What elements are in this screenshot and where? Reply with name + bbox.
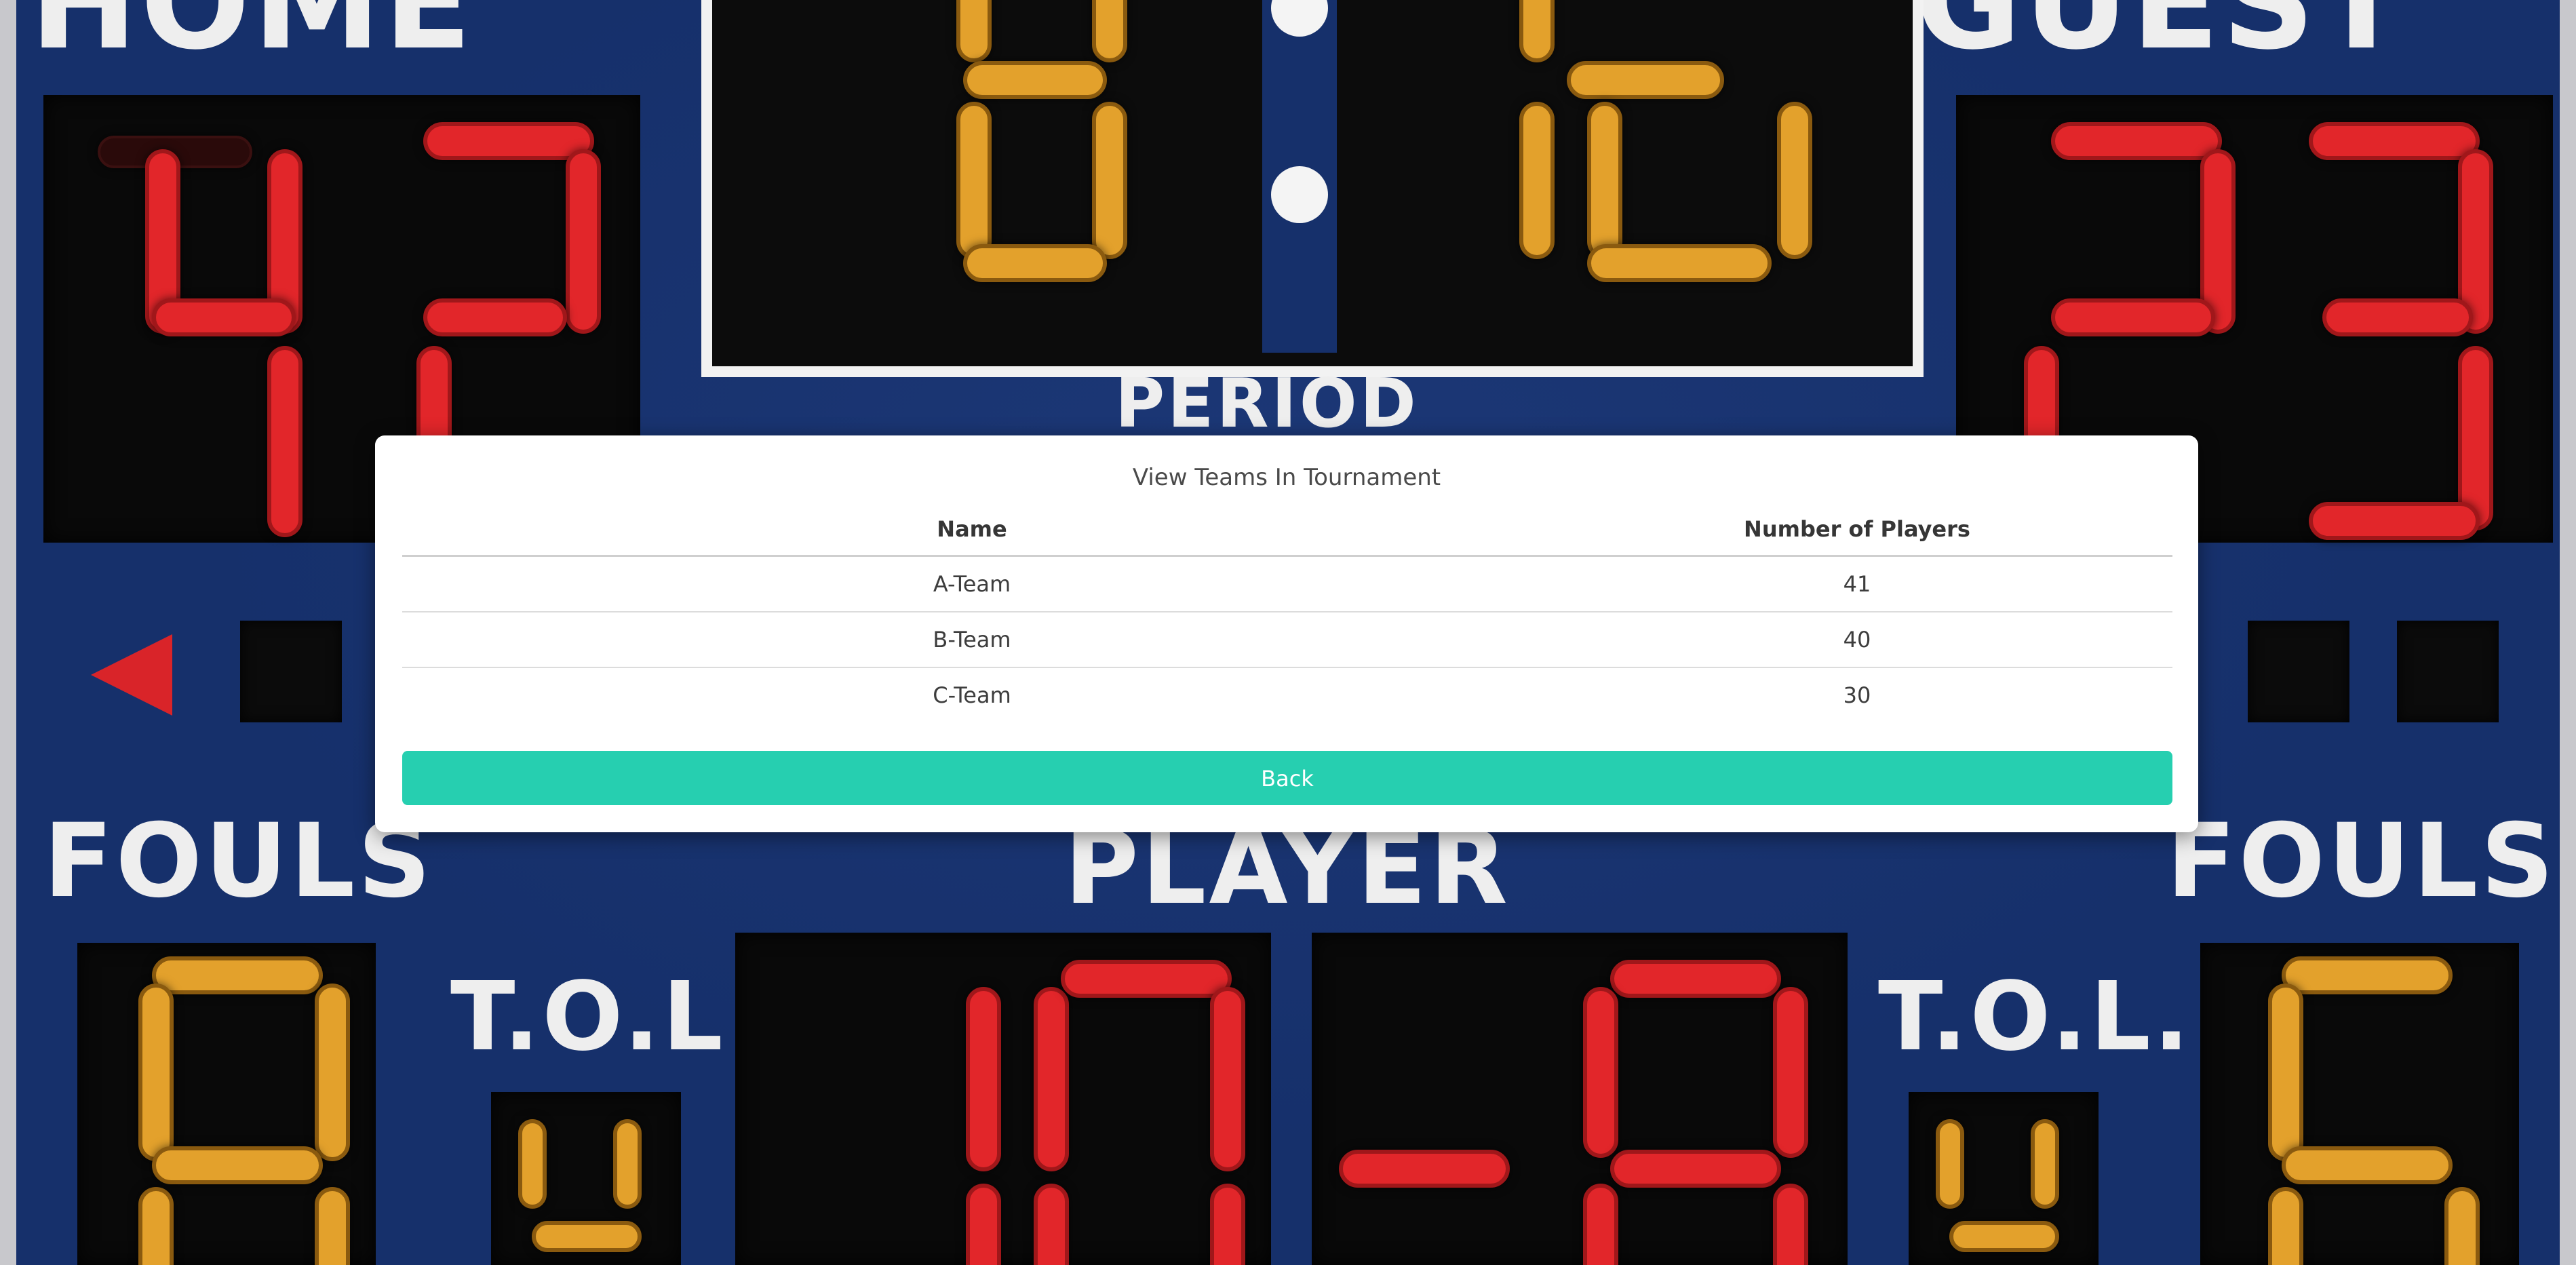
clock-colon-dot: [1271, 166, 1328, 223]
guest-tol-panel: [1909, 1092, 2099, 1265]
team-name-cell: B-Team: [402, 612, 1542, 668]
column-header-players: Number of Players: [1542, 503, 2172, 557]
period-label: PERIOD: [1115, 364, 1419, 443]
modal-title: View Teams In Tournament: [1132, 464, 1441, 491]
home-tol-label: T.O.L.: [450, 962, 764, 1072]
table-header-row: Name Number of Players: [402, 503, 2172, 557]
home-label: HOME: [30, 0, 475, 78]
player-number-right-panel: [1312, 933, 1848, 1265]
guest-fouls-panel: [2200, 943, 2519, 1265]
team-name-cell: A-Team: [402, 556, 1542, 612]
possession-arrow-icon: [91, 634, 172, 716]
guest-tol-label: T.O.L.: [1878, 962, 2192, 1072]
team-name-cell: C-Team: [933, 682, 1011, 708]
home-fouls-panel: [77, 943, 376, 1265]
player-count-cell: 30: [1843, 682, 1871, 708]
guest-fouls-label: FOULS: [2166, 802, 2557, 920]
view-teams-modal: View Teams In Tournament Name Number of …: [375, 435, 2198, 832]
player-count-cell: 41: [1542, 556, 2172, 612]
bonus-indicator: [2248, 621, 2349, 722]
bonus-indicator: [2397, 621, 2499, 722]
bonus-indicator: [240, 621, 342, 722]
back-button[interactable]: Back: [402, 751, 2172, 805]
column-header-name: Name: [402, 503, 1542, 557]
guest-label: GUEST: [1915, 0, 2408, 78]
player-count-cell: 40: [1542, 612, 2172, 668]
player-label: PLAYER: [1064, 809, 1510, 927]
home-tol-panel: [491, 1092, 681, 1265]
table-row: A-Team 41: [402, 556, 2172, 612]
teams-table: Name Number of Players A-Team 41 B-Team …: [402, 503, 2172, 722]
table-row: B-Team 40: [402, 612, 2172, 668]
player-number-left-panel: [735, 933, 1271, 1265]
table-row: C-Team 30: [402, 667, 2172, 722]
